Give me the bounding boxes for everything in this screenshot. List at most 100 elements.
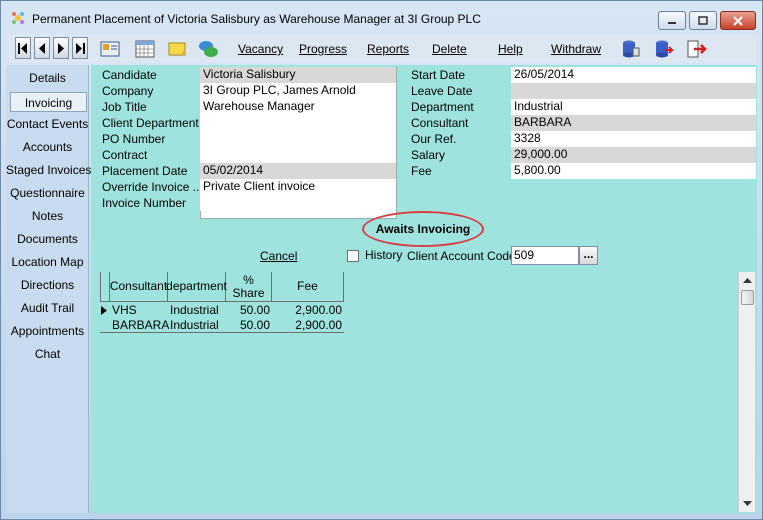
sidebar-item-chat[interactable]: Chat [6, 344, 89, 364]
override-invoice-field[interactable]: Private Client invoice [200, 179, 396, 195]
leave-date-field[interactable] [511, 83, 756, 99]
main-panel: Candidate Victoria Salisbury Company 3I Gr… [91, 65, 757, 513]
minimize-button[interactable] [658, 11, 686, 30]
department-field[interactable]: Industrial [511, 99, 756, 115]
sidebar-item-questionnaire[interactable]: Questionnaire [6, 183, 89, 203]
note-icon[interactable] [166, 38, 188, 60]
sidebar-item-documents[interactable]: Documents [6, 229, 89, 249]
chevron-up-icon [743, 278, 752, 283]
toolbar: Vacancy Progress Reports Delete Help Wit… [9, 35, 756, 63]
title-bar: Permanent Placement of Victoria Salisbur… [1, 1, 762, 33]
phone-card-icon[interactable] [99, 38, 121, 60]
cell-share: 50.00 [239, 303, 270, 317]
window-title: Permanent Placement of Victoria Salisbur… [32, 12, 481, 26]
client-department-field[interactable] [200, 115, 396, 131]
job-title-field[interactable]: Warehouse Manager [200, 99, 396, 115]
column-header-share[interactable]: % Share [226, 272, 272, 302]
field-label: Override Invoice ... [102, 180, 203, 194]
first-icon [18, 43, 27, 54]
field-label: Our Ref. [411, 132, 457, 146]
field-label: PO Number [102, 132, 166, 146]
first-record-button[interactable] [15, 37, 31, 59]
po-number-field[interactable] [200, 131, 396, 147]
database-transfer-icon[interactable] [652, 38, 674, 60]
prev-icon [39, 43, 45, 54]
sidebar: Details Invoicing Contact Events Account… [6, 65, 91, 513]
sidebar-item-accounts[interactable]: Accounts [6, 137, 89, 157]
field-label: Department [411, 100, 474, 114]
placement-details-left: Candidate Victoria Salisbury Company 3I Gr… [99, 67, 396, 219]
client-account-code-label: Client Account Code [407, 249, 516, 263]
sidebar-item-staged-invoices[interactable]: Staged Invoices [6, 160, 91, 180]
help-link[interactable]: Help [498, 42, 523, 56]
delete-link[interactable]: Delete [432, 42, 467, 56]
sidebar-item-details[interactable]: Details [6, 68, 89, 88]
placement-date-field[interactable]: 05/02/2014 [200, 163, 396, 179]
sidebar-item-audit-trail[interactable]: Audit Trail [6, 298, 89, 318]
sidebar-item-directions[interactable]: Directions [6, 275, 89, 295]
database-icon[interactable] [619, 38, 641, 60]
consultant-field[interactable]: BARBARA [511, 115, 756, 131]
client-account-code-input[interactable]: 509 [511, 246, 579, 265]
field-label: Fee [411, 164, 432, 178]
our-ref-field[interactable]: 3328 [511, 131, 756, 147]
close-button[interactable] [720, 11, 756, 30]
fee-split-table: Consultant department % Share Fee VHS In… [100, 272, 748, 512]
cell-fee: 2,900.00 [295, 318, 342, 332]
salary-field[interactable]: 29,000.00 [511, 147, 756, 163]
cell-consultant: VHS [112, 303, 137, 317]
maximize-button[interactable] [689, 11, 717, 30]
sidebar-item-invoicing[interactable]: Invoicing [10, 92, 87, 112]
cancel-link[interactable]: Cancel [260, 249, 297, 263]
scroll-down-button[interactable] [739, 495, 756, 512]
status-badge: Awaits Invoicing [362, 211, 484, 247]
sidebar-item-location-map[interactable]: Location Map [6, 252, 89, 272]
column-header-department[interactable]: department [166, 272, 227, 302]
scrollbar-thumb[interactable] [741, 290, 754, 305]
candidate-field[interactable]: Victoria Salisbury [200, 67, 396, 83]
reports-link[interactable]: Reports [367, 42, 409, 56]
sidebar-item-notes[interactable]: Notes [6, 206, 89, 226]
prev-record-button[interactable] [34, 37, 50, 59]
history-checkbox[interactable] [347, 250, 359, 262]
table-row[interactable]: VHS Industrial 50.00 2,900.00 [100, 303, 344, 318]
contract-field[interactable] [200, 147, 396, 163]
calendar-icon[interactable] [134, 38, 156, 60]
cell-department: Industrial [170, 318, 219, 332]
column-header-fee[interactable]: Fee [272, 272, 344, 302]
window: Permanent Placement of Victoria Salisbur… [0, 0, 763, 520]
sidebar-item-appointments[interactable]: Appointments [6, 321, 89, 341]
sidebar-item-contact-events[interactable]: Contact Events [6, 114, 89, 134]
field-label: Company [102, 84, 154, 98]
field-label: Job Title [102, 100, 147, 114]
maximize-icon [690, 12, 716, 29]
field-label: Client Department [102, 116, 199, 130]
start-date-field[interactable]: 26/05/2014 [511, 67, 756, 83]
field-label: Invoice Number [102, 196, 187, 210]
cell-consultant: BARBARA [112, 318, 170, 332]
scroll-up-button[interactable] [739, 272, 756, 289]
placement-details-right: Start Date 26/05/2014 Leave Date Departme… [408, 67, 756, 219]
field-label: Salary [411, 148, 446, 162]
last-icon [76, 43, 85, 54]
field-label: Start Date [411, 68, 466, 82]
chevron-down-icon [743, 501, 752, 506]
column-header-consultant[interactable]: Consultant [110, 272, 168, 302]
chat-bubbles-icon[interactable] [197, 38, 219, 60]
exit-icon[interactable] [685, 38, 707, 60]
client-account-code-lookup-button[interactable]: ... [579, 246, 598, 265]
field-label: Consultant [411, 116, 469, 130]
row-indicator-header [100, 272, 110, 302]
close-icon [721, 12, 755, 29]
company-field[interactable]: 3I Group PLC, James Arnold [200, 83, 396, 99]
last-record-button[interactable] [72, 37, 88, 59]
next-record-button[interactable] [53, 37, 69, 59]
progress-link[interactable]: Progress [299, 42, 347, 56]
table-row[interactable]: BARBARA Industrial 50.00 2,900.00 [100, 318, 344, 333]
vertical-scrollbar[interactable] [738, 272, 755, 512]
withdraw-link[interactable]: Withdraw [551, 42, 601, 56]
vacancy-link[interactable]: Vacancy [238, 42, 283, 56]
fee-field[interactable]: 5,800.00 [511, 163, 756, 179]
minimize-icon [659, 12, 685, 29]
invoice-number-field[interactable] [200, 195, 396, 211]
